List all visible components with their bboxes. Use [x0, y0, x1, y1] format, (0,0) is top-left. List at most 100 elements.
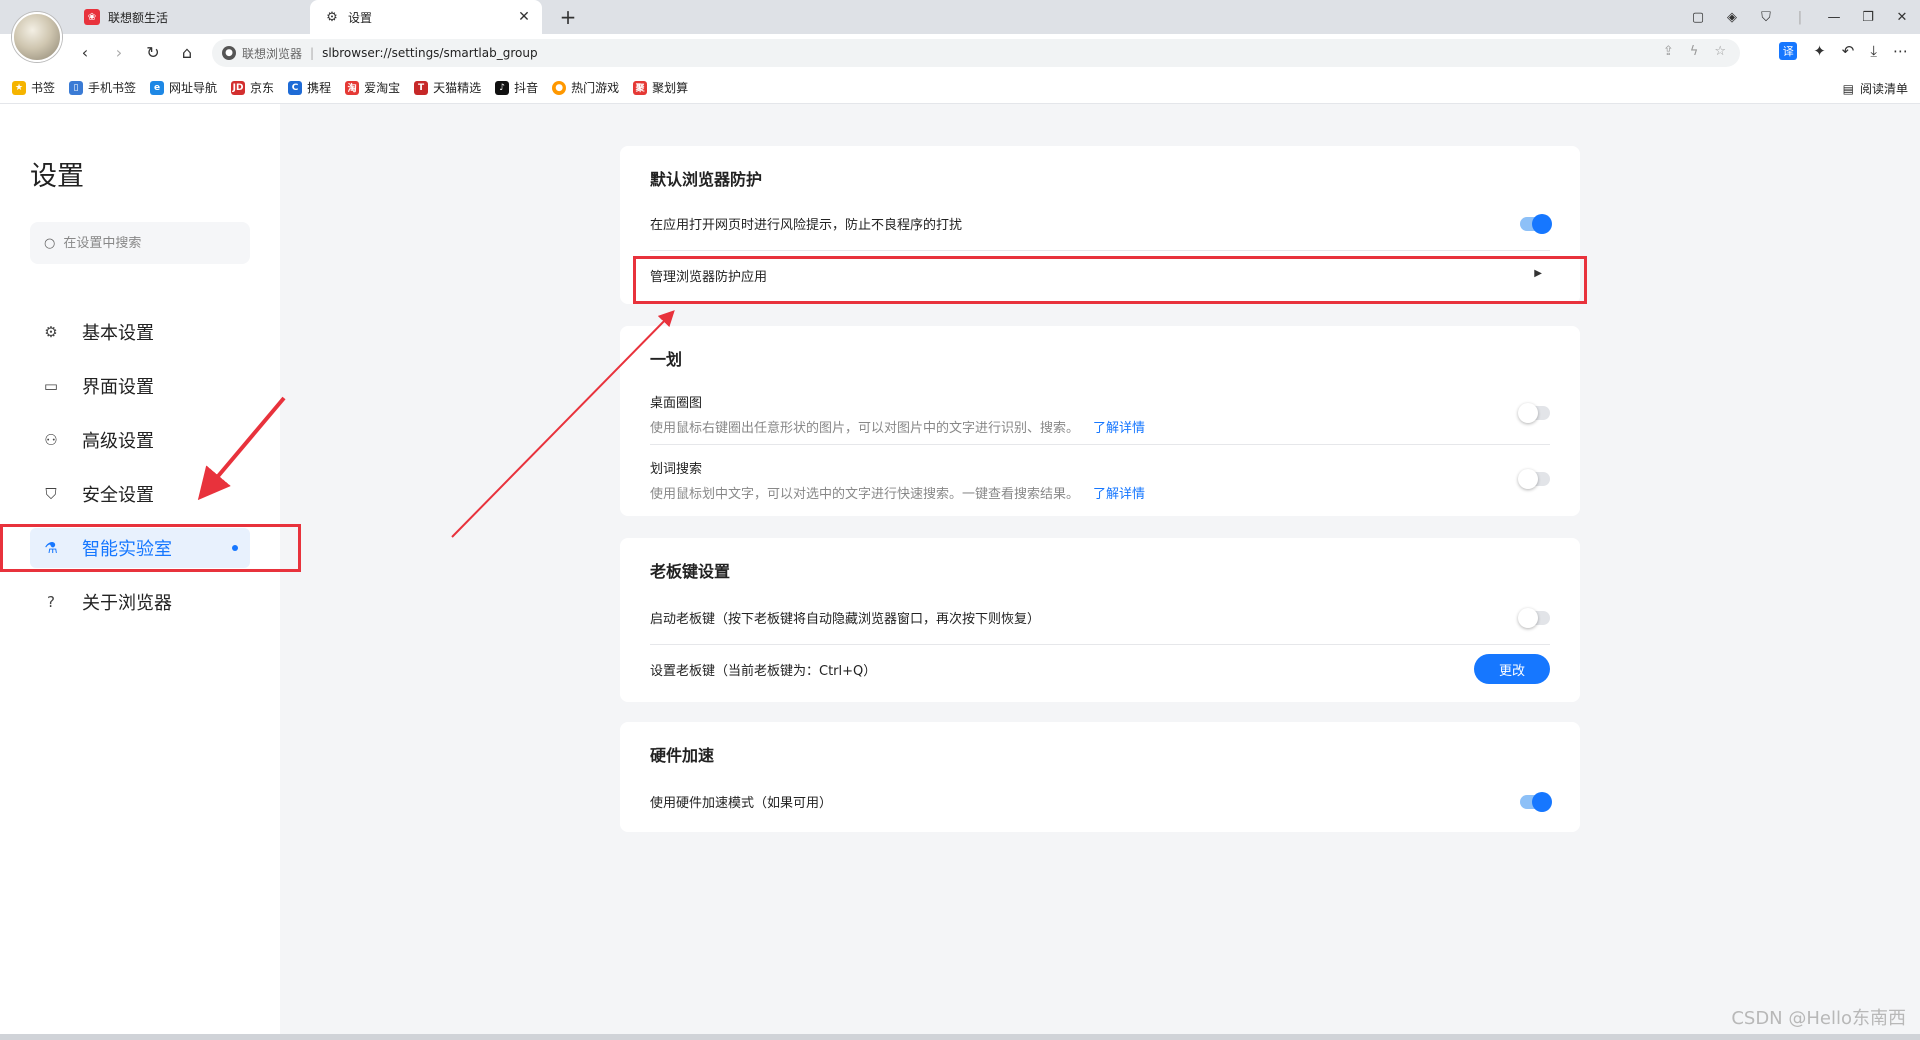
download-icon[interactable]: ⤓ [1870, 42, 1877, 60]
new-tab-icon[interactable]: + [556, 5, 580, 29]
tmall-logo-icon: T [414, 80, 429, 95]
avatar[interactable] [12, 12, 62, 62]
divider [650, 644, 1550, 645]
page-title: 设置 [30, 161, 84, 192]
tab-strip: ❀ 联想额生活 ⚙ 设置 ✕ + ▢ ◈ ⛉ | — ❐ ✕ [0, 0, 1920, 34]
section-title: 默认浏览器防护 [650, 170, 763, 189]
tab-list-icon[interactable]: ▢ [1690, 10, 1706, 25]
divider [650, 250, 1550, 251]
extensions-icon[interactable]: ✦ [1813, 42, 1826, 60]
minimize-icon[interactable]: — [1826, 10, 1842, 25]
card-boss-key: 老板键设置 启动老板键（按下老板键将自动隐藏浏览器窗口，再次按下则恢复） 设置老… [620, 538, 1580, 702]
learn-more-link[interactable]: 了解详情 [1093, 487, 1145, 502]
section-title: 硬件加速 [650, 746, 715, 765]
search-input[interactable] [63, 235, 234, 251]
hardware-accel-toggle[interactable] [1520, 792, 1552, 812]
bookmark-item[interactable]: ♪ 抖音 [495, 79, 538, 96]
sidebar-item-basic[interactable]: ⚙ 基本设置 [30, 312, 250, 352]
desktop-circle-toggle[interactable] [1518, 403, 1550, 423]
tab-title: 设置 [348, 10, 373, 25]
address-bar[interactable]: ● 联想浏览器 | slbrowser://settings/smartlab_… [212, 39, 1740, 67]
site-name: 联想浏览器 [242, 46, 303, 61]
gear-icon: ⚙ [44, 323, 58, 341]
bookmark-item[interactable]: ▯ 手机书签 [69, 79, 136, 96]
tab-settings[interactable]: ⚙ 设置 ✕ [310, 0, 542, 34]
forward-icon[interactable]: › [108, 42, 130, 64]
taobao-logo-icon: 淘 [345, 80, 360, 95]
tab-title: 联想额生活 [108, 10, 169, 25]
more-icon[interactable]: ⋯ [1893, 42, 1908, 60]
sidebar-item-security[interactable]: ⛉ 安全设置 [30, 474, 250, 514]
game-icon[interactable]: ◈ [1724, 10, 1740, 25]
sidebar-item-interface[interactable]: ▭ 界面设置 [30, 366, 250, 406]
undo-icon[interactable]: ↶ [1842, 42, 1855, 60]
bookmark-item[interactable]: C 携程 [288, 79, 331, 96]
game-icon: ● [552, 80, 567, 95]
star-icon[interactable]: ☆ [1714, 44, 1726, 59]
url-text[interactable]: slbrowser://settings/smartlab_group [322, 46, 538, 60]
bookmark-item[interactable]: 聚聚划算 [633, 79, 688, 96]
word-search-toggle[interactable] [1518, 469, 1550, 489]
juhuasuan-logo-icon: 聚 [633, 80, 648, 95]
setting-boss-key-set: 设置老板键（当前老板键为：Ctrl+Q） [650, 664, 877, 679]
close-window-icon[interactable]: ✕ [1894, 10, 1910, 25]
back-icon[interactable]: ‹ [74, 42, 96, 64]
restore-icon[interactable]: ❐ [1860, 10, 1876, 25]
people-icon: ⚇ [44, 431, 58, 449]
toolbar: ‹ › ↻ ⌂ ● 联想浏览器 | slbrowser://settings/s… [0, 34, 1920, 72]
gear-icon: ⚙ [326, 9, 338, 25]
sidebar-item-advanced[interactable]: ⚇ 高级设置 [30, 420, 250, 460]
settings-search[interactable]: ○ [30, 222, 250, 264]
annotation-box-manage [633, 256, 1587, 304]
search-icon: ○ [44, 235, 56, 251]
reading-list-button[interactable]: ▤ 阅读清单 [1843, 80, 1908, 97]
ctrip-logo-icon: C [288, 80, 303, 95]
star-icon: ★ [12, 80, 26, 95]
douyin-logo-icon: ♪ [495, 80, 510, 95]
window-icon: ▭ [43, 377, 59, 395]
window-controls: ▢ ◈ ⛉ | — ❐ ✕ [1690, 0, 1910, 34]
section-title: 一划 [650, 350, 683, 369]
bookmark-item[interactable]: T 天猫精选 [414, 79, 481, 96]
bookmark-item[interactable]: ● 热门游戏 [552, 79, 619, 96]
card-yihua: 一划 桌面圈图 使用鼠标右键圈出任意形状的图片，可以对图片中的文字进行识别、搜索… [620, 326, 1580, 516]
home-icon[interactable]: ⌂ [176, 42, 198, 64]
shield-icon: ⛉ [45, 485, 57, 503]
section-title: 老板键设置 [650, 562, 731, 581]
watermark: CSDN @Hello东南西 [1731, 1008, 1906, 1029]
toolbar-actions: 译 ✦ ↶ ⤓ ⋯ [1779, 42, 1908, 60]
toggle-knob [1518, 469, 1538, 489]
lenovo-life-favicon-icon: ❀ [84, 9, 100, 25]
site-info-icon[interactable]: ● [222, 46, 236, 60]
setting-hardware-accel: 使用硬件加速模式（如果可用） [650, 796, 833, 811]
translate-icon[interactable]: 译 [1779, 42, 1798, 60]
bookmarks-bar: ★ 书签 ▯ 手机书签 e 网址导航 JD 京东 C 携程 淘爱淘宝 T 天猫精选 ♪ 抖音 … [0, 72, 1920, 104]
bookmark-item[interactable]: JD 京东 [231, 79, 274, 96]
lightning-icon[interactable]: ϟ [1690, 44, 1699, 59]
annotation-box-sidebar [0, 524, 301, 572]
risk-prompt-toggle[interactable] [1520, 214, 1552, 234]
setting-boss-key-enable: 启动老板键（按下老板键将自动隐藏浏览器窗口，再次按下则恢复） [650, 612, 1041, 627]
setting-risk-prompt: 在应用打开网页时进行风险提示，防止不良程序的打扰 [650, 218, 963, 233]
settings-sidebar: 设置 ○ ⚙ 基本设置 ▭ 界面设置 ⚇ 高级设置 ⛉ 安全设置 ⚗ 智能实验室… [0, 104, 280, 1040]
toggle-knob [1518, 403, 1538, 423]
boss-key-toggle[interactable] [1518, 608, 1550, 628]
tab-lenovo-life[interactable]: ❀ 联想额生活 [78, 0, 308, 34]
toggle-knob [1532, 214, 1552, 234]
shirt-skin-icon[interactable]: ⛉ [1758, 10, 1774, 25]
close-tab-icon[interactable]: ✕ [516, 9, 532, 25]
bookmark-item[interactable]: e 网址导航 [150, 79, 217, 96]
bookmark-item[interactable]: ★ 书签 [12, 79, 55, 96]
reload-icon[interactable]: ↻ [142, 42, 164, 64]
learn-more-link[interactable]: 了解详情 [1093, 421, 1145, 436]
change-boss-key-button[interactable]: 更改 [1474, 654, 1550, 684]
omnibox-actions: ⇪ ϟ ☆ [1663, 44, 1726, 59]
share-icon[interactable]: ⇪ [1663, 44, 1674, 59]
separator: | [310, 46, 315, 60]
setting-desktop-circle: 桌面圈图 使用鼠标右键圈出任意形状的图片，可以对图片中的文字进行识别、搜索。 了解… [650, 396, 1146, 436]
divider [650, 444, 1550, 445]
reading-list-icon: ▤ [1842, 81, 1854, 96]
bookmark-item[interactable]: 淘爱淘宝 [345, 79, 400, 96]
help-icon: ? [47, 593, 55, 611]
sidebar-item-about[interactable]: ? 关于浏览器 [30, 582, 250, 622]
